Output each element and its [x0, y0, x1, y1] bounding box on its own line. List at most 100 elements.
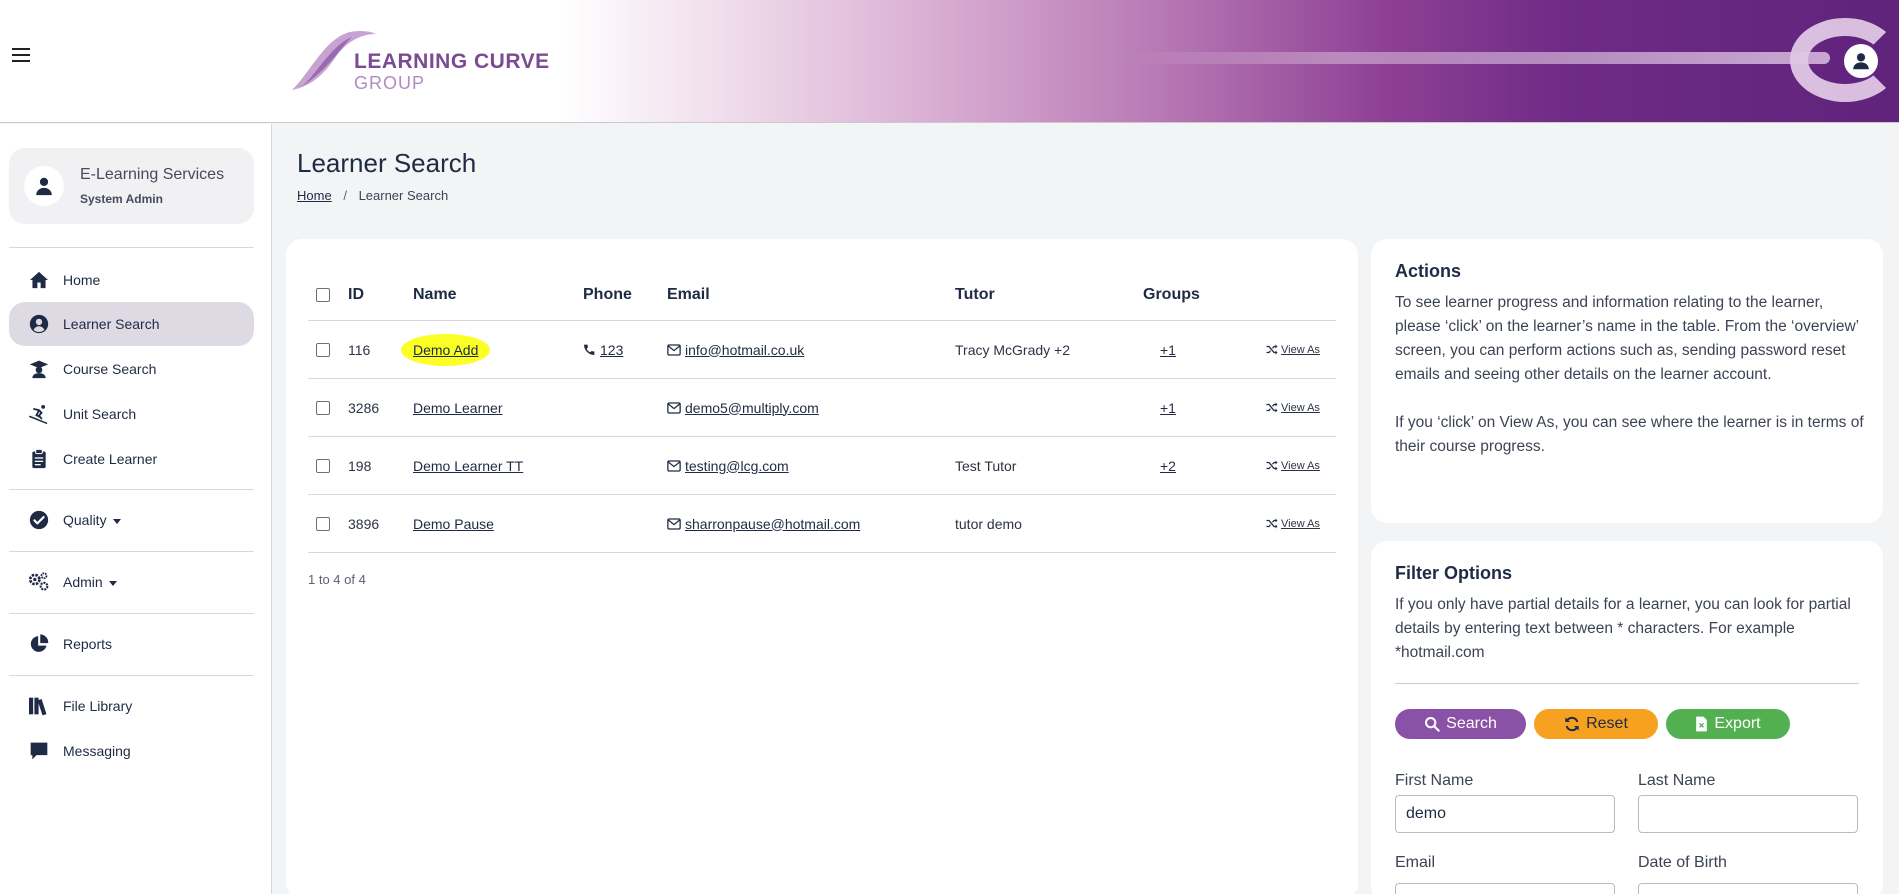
phone-icon [584, 344, 595, 355]
profile-card: E-Learning Services System Admin [9, 148, 254, 224]
column-header-name[interactable]: Name [413, 269, 457, 320]
learner-id: 198 [348, 457, 372, 474]
row-checkbox[interactable] [316, 516, 330, 531]
table-header: ID Name Phone Email Tutor Groups [308, 269, 1336, 321]
pie-chart-icon [27, 632, 51, 656]
sidebar-item-messaging[interactable]: Messaging [9, 729, 254, 773]
sidebar-item-label: Create Learner [63, 451, 158, 467]
view-as-link[interactable]: View As [1266, 402, 1320, 414]
profile-name: E-Learning Services [80, 166, 225, 183]
column-header-email[interactable]: Email [667, 269, 710, 320]
divider [9, 613, 254, 614]
chevron-down-icon [112, 518, 121, 524]
row-checkbox[interactable] [316, 458, 330, 473]
breadcrumb: Home / Learner Search [297, 188, 448, 203]
sidebar-item-label: Messaging [63, 743, 131, 759]
home-icon [27, 268, 51, 292]
skiing-icon [27, 402, 51, 426]
learner-id: 116 [348, 341, 371, 358]
select-all-checkbox[interactable] [316, 287, 330, 302]
email-field[interactable] [1395, 883, 1615, 894]
learner-id: 3286 [348, 399, 380, 416]
column-header-phone[interactable]: Phone [583, 269, 632, 320]
view-as-link[interactable]: View As [1266, 460, 1320, 472]
column-header-tutor[interactable]: Tutor [955, 269, 995, 320]
refresh-icon [1565, 716, 1579, 732]
user-circle-icon [27, 312, 51, 336]
email-link[interactable]: info@hotmail.co.uk [685, 342, 804, 358]
sidebar-item-unit-search[interactable]: Unit Search [9, 392, 254, 436]
sidebar-item-file-library[interactable]: File Library [9, 684, 254, 728]
breadcrumb-home-link[interactable]: Home [297, 188, 332, 203]
email-link[interactable]: demo5@multiply.com [685, 400, 819, 416]
sidebar-item-label: Learner Search [63, 316, 160, 332]
file-export-icon [1696, 716, 1708, 732]
view-as-link[interactable]: View As [1266, 344, 1320, 356]
learner-name-link[interactable]: Demo Add [401, 333, 491, 366]
learner-table: ID Name Phone Email Tutor Groups 116 Dem… [308, 269, 1336, 553]
avatar [24, 166, 64, 206]
envelope-icon [667, 517, 681, 530]
sidebar-item-create-learner[interactable]: Create Learner [9, 437, 254, 481]
groups-link[interactable]: +1 [1160, 400, 1176, 416]
groups-link[interactable]: +1 [1160, 342, 1176, 358]
check-circle-icon [27, 508, 51, 532]
user-icon [36, 177, 52, 196]
date-of-birth-field[interactable] [1638, 883, 1858, 894]
learner-name-link[interactable]: Demo Learner TT [413, 458, 523, 474]
export-button[interactable]: Export [1666, 709, 1790, 739]
column-header-groups[interactable]: Groups [1143, 269, 1200, 320]
filter-title: Filter Options [1395, 563, 1512, 583]
view-as-link[interactable]: View As [1266, 518, 1320, 530]
row-checkbox[interactable] [316, 342, 330, 357]
sidebar-item-label: Quality [63, 512, 121, 528]
page-title: Learner Search [297, 148, 477, 178]
menu-toggle-icon[interactable] [12, 48, 30, 62]
table-row: 3286 Demo Learner demo5@multiply.com +1 … [308, 379, 1336, 437]
date-of-birth-label: Date of Birth [1638, 854, 1727, 871]
learner-id: 3896 [348, 515, 380, 532]
sidebar-item-home[interactable]: Home [9, 258, 254, 302]
logo-text-sub: GROUP [354, 73, 426, 93]
envelope-icon [667, 401, 681, 414]
email-link[interactable]: testing@lcg.com [685, 458, 789, 474]
filter-description: If you only have partial details for a l… [1395, 596, 1851, 661]
company-logo[interactable]: LEARNING CURVE GROUP [290, 28, 550, 98]
search-button[interactable]: Search [1395, 709, 1526, 739]
actions-title: Actions [1395, 261, 1462, 281]
envelope-icon [667, 459, 681, 472]
table-row: 198 Demo Learner TT testing@lcg.com Test… [308, 437, 1336, 495]
email-label: Email [1395, 854, 1436, 871]
tutor-name: Test Tutor [955, 457, 1017, 474]
first-name-field[interactable]: demo [1395, 795, 1615, 833]
last-name-label: Last Name [1638, 772, 1716, 789]
sidebar-item-course-search[interactable]: Course Search [9, 347, 254, 391]
phone-link[interactable]: 123 [600, 342, 623, 358]
row-checkbox[interactable] [316, 400, 330, 415]
groups-link[interactable]: +2 [1160, 458, 1176, 474]
books-icon [27, 694, 51, 718]
search-icon [1425, 717, 1440, 732]
sidebar-item-learner-search[interactable]: Learner Search [9, 302, 254, 346]
user-account-icon[interactable] [1844, 44, 1878, 78]
sidebar-item-quality[interactable]: Quality [9, 498, 254, 542]
tutor-name: tutor demo [955, 515, 1022, 532]
column-header-id[interactable]: ID [348, 269, 364, 320]
table-row: 116 Demo Add 123 info@hotmail.co.uk Trac… [308, 321, 1336, 379]
learner-name-link[interactable]: Demo Learner [413, 400, 503, 416]
learner-name-link[interactable]: Demo Pause [413, 516, 494, 532]
sidebar-item-label: Course Search [63, 361, 157, 377]
logo-text-main: LEARNING CURVE [354, 50, 550, 73]
reset-button[interactable]: Reset [1534, 709, 1658, 739]
actions-card: Actions To see learner progress and info… [1371, 239, 1883, 523]
last-name-field[interactable] [1638, 795, 1858, 833]
sidebar: E-Learning Services System Admin Home Le… [0, 124, 272, 894]
shuffle-icon [1266, 460, 1278, 471]
filter-options-card: Filter Options If you only have partial … [1371, 541, 1883, 894]
header-streak-decoration [1130, 52, 1830, 64]
email-link[interactable]: sharronpause@hotmail.com [685, 516, 860, 532]
divider [9, 551, 254, 552]
actions-paragraph-1: To see learner progress and information … [1395, 294, 1859, 383]
sidebar-item-reports[interactable]: Reports [9, 622, 254, 666]
sidebar-item-admin[interactable]: Admin [9, 560, 254, 604]
